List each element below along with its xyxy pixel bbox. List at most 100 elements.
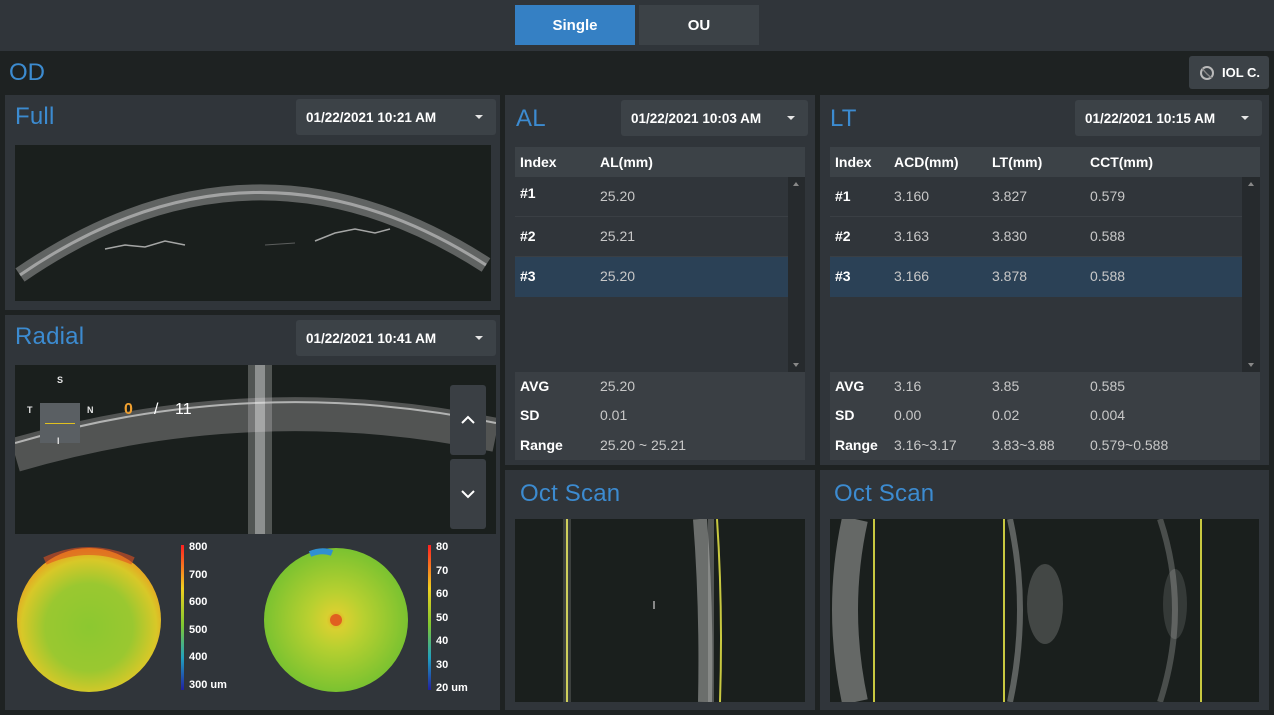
orient-inferior: I — [57, 436, 60, 446]
scan-up-button[interactable] — [450, 385, 486, 455]
lt-stat-sd-cct: 0.004 — [1090, 407, 1126, 423]
iol-calc-button[interactable]: IOL C. — [1189, 56, 1269, 89]
al-row-value: 25.20 — [600, 268, 636, 284]
lt-stat-avg-cct: 0.585 — [1090, 378, 1126, 394]
lt-row-lt: 3.878 — [992, 268, 1028, 284]
epi-tick-40: 40 — [436, 635, 449, 647]
al-stat-avg-value: 25.20 — [600, 378, 636, 394]
scan-direction-arrow — [45, 423, 75, 424]
chevron-down-icon — [1241, 116, 1249, 120]
radial-date-value: 01/22/2021 10:41 AM — [306, 330, 437, 346]
lt-table-row[interactable]: #2 3.163 3.830 0.588 — [830, 217, 1242, 257]
radial-panel: Radial 01/22/2021 10:41 AM S I T N 0 / 1… — [5, 315, 500, 710]
al-row-index: #3 — [520, 268, 536, 284]
scan-counter-separator: / — [154, 401, 159, 418]
al-row-index: #1 — [520, 185, 536, 201]
scroll-up-icon[interactable] — [1248, 182, 1254, 186]
scroll-down-icon[interactable] — [793, 363, 799, 367]
epi-tick-30: 30 — [436, 659, 449, 671]
chevron-down-icon — [787, 116, 795, 120]
lt-stat-range-label: Range — [835, 437, 878, 453]
scan-down-button[interactable] — [450, 459, 486, 529]
lt-row-cct: 0.588 — [1090, 228, 1126, 244]
corneal-thickness-map — [17, 547, 161, 692]
lt-stats: AVG 3.16 3.85 0.585 SD 0.00 0.02 0.004 R… — [830, 372, 1260, 460]
full-panel: Full 01/22/2021 10:21 AM — [5, 95, 500, 310]
lt-table-row[interactable]: #1 3.160 3.827 0.579 — [830, 177, 1242, 217]
chevron-up-icon — [461, 415, 475, 424]
lt-stat-avg-acd: 3.16 — [894, 378, 922, 394]
al-table: Index AL(mm) #1 25.20 #2 25.21 #3 25.20 — [515, 147, 805, 372]
al-row-index: #2 — [520, 228, 536, 244]
lt-stat-sd-acd: 0.00 — [894, 407, 922, 423]
lt-row-index: #1 — [835, 188, 851, 204]
lt-row-cct: 0.579 — [1090, 188, 1126, 204]
lt-stat-avg-lt: 3.85 — [992, 378, 1020, 394]
lt-row-index: #3 — [835, 268, 851, 284]
al-scrollbar[interactable] — [788, 177, 805, 372]
al-stat-avg-label: AVG — [520, 378, 550, 394]
lt-row-cct: 0.588 — [1090, 268, 1126, 284]
scan-counter-current: 0 — [124, 401, 133, 418]
orient-temporal: T — [27, 405, 33, 415]
al-table-row[interactable]: #2 25.21 — [515, 217, 788, 257]
radial-oct-image — [15, 365, 496, 534]
lt-header-lt: LT(mm) — [992, 154, 1043, 170]
single-button[interactable]: Single — [515, 5, 635, 45]
lt-oct-title: Oct Scan — [834, 480, 935, 507]
epi-tick-20: 20 um — [436, 682, 468, 694]
al-table-header: Index AL(mm) — [515, 147, 805, 177]
lt-date-dropdown[interactable]: 01/22/2021 10:15 AM — [1075, 100, 1262, 136]
lt-stat-sd-lt: 0.02 — [992, 407, 1020, 423]
al-header-al: AL(mm) — [600, 154, 653, 170]
al-stats: AVG 25.20 SD 0.01 Range 25.20 ~ 25.21 — [515, 372, 805, 460]
epi-tick-80: 80 — [436, 541, 449, 553]
chevron-down-icon — [475, 336, 483, 340]
al-date-dropdown[interactable]: 01/22/2021 10:03 AM — [621, 100, 808, 136]
thickness-tick-300: 300 um — [189, 679, 227, 691]
al-oct-title: Oct Scan — [520, 480, 621, 507]
scroll-down-icon[interactable] — [1248, 363, 1254, 367]
epi-tick-60: 60 — [436, 588, 449, 600]
iol-button-label: IOL C. — [1221, 65, 1261, 80]
al-date-value: 01/22/2021 10:03 AM — [631, 110, 762, 126]
epi-tick-50: 50 — [436, 612, 449, 624]
lt-table-row-selected[interactable]: #3 3.166 3.878 0.588 — [830, 257, 1242, 297]
lt-stat-range-cct: 0.579~0.588 — [1090, 437, 1169, 453]
lt-stat-range-acd: 3.16~3.17 — [894, 437, 957, 453]
thickness-tick-400: 400 — [189, 651, 208, 663]
epi-tick-70: 70 — [436, 565, 449, 577]
lt-title: LT — [830, 105, 857, 132]
full-date-dropdown[interactable]: 01/22/2021 10:21 AM — [296, 99, 496, 135]
lt-header-acd: ACD(mm) — [894, 154, 959, 170]
orient-superior: S — [57, 375, 64, 385]
al-row-value: 25.21 — [600, 228, 636, 244]
epithelial-color-bar — [428, 545, 431, 690]
radial-date-dropdown[interactable]: 01/22/2021 10:41 AM — [296, 320, 496, 356]
lt-stat-sd-label: SD — [835, 407, 855, 423]
al-title: AL — [516, 105, 546, 132]
lt-row-lt: 3.827 — [992, 188, 1028, 204]
al-table-row[interactable]: #1 25.20 — [515, 177, 788, 217]
lt-row-lt: 3.830 — [992, 228, 1028, 244]
lt-stat-avg-label: AVG — [835, 378, 865, 394]
lt-oct-image — [830, 519, 1259, 702]
al-oct-image — [515, 519, 805, 702]
ou-button[interactable]: OU — [639, 5, 759, 45]
al-stat-sd-label: SD — [520, 407, 540, 423]
lt-date-value: 01/22/2021 10:15 AM — [1085, 110, 1216, 126]
radial-title: Radial — [15, 323, 85, 350]
scroll-up-icon[interactable] — [793, 182, 799, 186]
lt-stat-range-lt: 3.83~3.88 — [992, 437, 1055, 453]
lt-panel: LT 01/22/2021 10:15 AM Index ACD(mm) LT(… — [820, 95, 1269, 465]
thickness-tick-500: 500 — [189, 624, 208, 636]
lt-table: Index ACD(mm) LT(mm) CCT(mm) #1 3.160 3.… — [830, 147, 1260, 372]
lt-table-header: Index ACD(mm) LT(mm) CCT(mm) — [830, 147, 1260, 177]
al-stat-sd-value: 0.01 — [600, 407, 628, 423]
eye-label: OD — [9, 59, 45, 86]
lt-header-cct: CCT(mm) — [1090, 154, 1153, 170]
al-row-value: 25.20 — [600, 188, 636, 204]
lt-scrollbar[interactable] — [1242, 177, 1260, 372]
iol-lens-icon — [1199, 65, 1214, 80]
al-table-row-selected[interactable]: #3 25.20 — [515, 257, 788, 297]
